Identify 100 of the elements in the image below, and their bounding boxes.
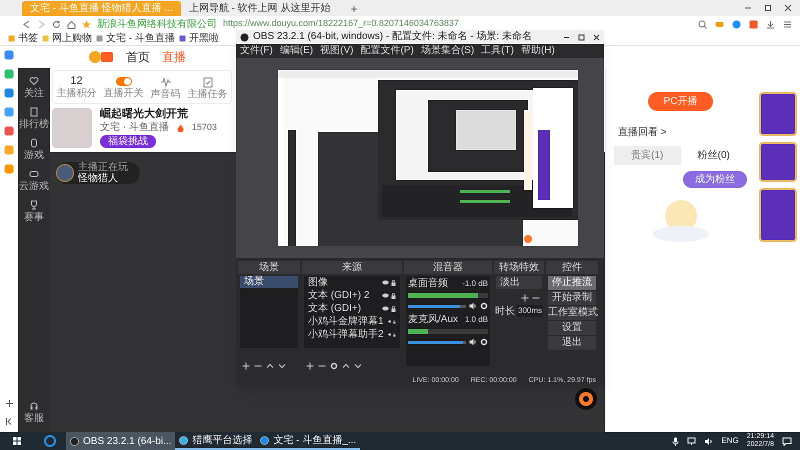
app-icon[interactable] (749, 20, 758, 28)
sidebar-item[interactable]: 关注 (24, 88, 44, 99)
eye-icon[interactable] (388, 319, 392, 324)
stat-label[interactable]: 声音码 (150, 88, 180, 100)
menu-item[interactable]: 视图(V) (320, 45, 354, 57)
eye-icon[interactable] (382, 280, 389, 285)
sidebar-item[interactable]: 赛事 (24, 212, 44, 223)
windows-start-icon[interactable] (10, 436, 24, 446)
duration-label: 时长 (495, 306, 515, 316)
menu-item[interactable]: 帮助(H) (520, 45, 555, 57)
stat-label[interactable]: 主播任务 (188, 88, 228, 100)
close-icon[interactable] (784, 4, 792, 12)
lock-icon[interactable] (393, 332, 396, 338)
eye-icon[interactable] (388, 332, 392, 337)
window-app-icon (70, 436, 79, 446)
scene-item[interactable]: 场景 (240, 276, 298, 288)
control-button[interactable]: 停止推流 (548, 276, 596, 290)
sidebar-item[interactable]: 云游戏 (19, 181, 49, 192)
duration-field[interactable]: 300ms (517, 305, 544, 317)
home-icon[interactable] (67, 20, 76, 28)
lock-icon[interactable] (391, 280, 396, 286)
bookmark[interactable]: 开黑啦 (188, 32, 219, 44)
sidebar-item[interactable]: 游戏 (24, 150, 44, 161)
game-name[interactable]: 怪物猎人 (78, 173, 128, 184)
lock-icon[interactable] (391, 292, 396, 298)
channel-name: 麦克风/Aux (408, 314, 458, 325)
transition-select[interactable]: 淡出 (496, 276, 542, 289)
lock-icon[interactable] (391, 306, 396, 312)
eye-icon[interactable] (382, 293, 389, 298)
refresh-icon[interactable] (52, 20, 61, 28)
menu-item[interactable]: 配置文件(P) (360, 45, 414, 57)
move-down-icon[interactable] (278, 362, 286, 370)
browser-tab[interactable]: 上网导航 - 软件上网 从这里开始 (180, 1, 338, 16)
taskbar-item[interactable]: 猎鹰平台选择 (175, 432, 256, 450)
source-item[interactable]: 图像 (308, 276, 328, 288)
menu-icon[interactable] (783, 20, 792, 28)
channel-reading: 1.0 dB (464, 314, 488, 325)
control-button[interactable]: 退出 (548, 336, 596, 350)
menu-item[interactable]: 场景集合(S) (420, 45, 474, 57)
game-thumbnail (56, 164, 74, 182)
promo-card[interactable] (758, 92, 796, 136)
live-toggle[interactable] (116, 77, 132, 86)
promo-card[interactable] (758, 142, 796, 182)
star-icon[interactable] (82, 20, 91, 28)
maximize-icon[interactable] (764, 4, 772, 12)
replay-link[interactable]: 直播回看 > (606, 125, 667, 140)
avatar-placeholder (52, 108, 92, 148)
taskbar-item[interactable]: 文宅 - 斗鱼直播_... (256, 432, 360, 450)
nav-link[interactable]: 首页 (126, 48, 150, 66)
channel-name: 桌面音频 (408, 278, 448, 289)
source-item[interactable]: 小鸡斗金牌弹幕1 (308, 316, 384, 328)
bookmark-icon (42, 35, 49, 42)
search-icon[interactable] (698, 20, 707, 28)
bookmark[interactable]: 书签 (18, 32, 38, 44)
bookmark[interactable]: 文宅 - 斗鱼直播 (106, 32, 175, 44)
list-icon (29, 107, 39, 117)
site-logo-icon[interactable] (88, 50, 114, 64)
panel-tab[interactable]: 贵宾(1) (614, 146, 680, 165)
settings-icon[interactable] (480, 302, 488, 310)
clipboard-icon (202, 76, 214, 88)
taskbar-item[interactable]: OBS 23.2.1 (64-bi... (66, 432, 176, 450)
settings-icon[interactable] (480, 338, 488, 346)
bookmark[interactable]: 网上购物 (52, 32, 92, 44)
move-up-icon[interactable] (342, 362, 350, 370)
notification-icon[interactable] (782, 436, 792, 446)
add-icon[interactable] (4, 399, 14, 408)
challenge-button[interactable]: 福袋挑战 (100, 135, 156, 148)
url-text[interactable]: https://www.douyu.com/18222167_r=0.8207146034763837 (223, 17, 459, 31)
close-icon[interactable] (593, 34, 600, 40)
control-button[interactable]: 设置 (548, 321, 596, 335)
move-down-icon[interactable] (354, 362, 362, 370)
back-icon[interactable] (22, 20, 31, 28)
menu-item[interactable]: 工具(T) (481, 45, 514, 57)
move-up-icon[interactable] (266, 362, 274, 370)
speaker-icon[interactable] (469, 302, 477, 310)
stat-label[interactable]: 主播积分 (56, 88, 96, 99)
source-item[interactable]: 文本 (GDI+) (308, 302, 362, 314)
maximize-icon[interactable] (578, 34, 585, 40)
channel-reading: -1.0 dB (462, 278, 488, 289)
download-icon[interactable] (766, 20, 775, 28)
promo-card[interactable] (758, 188, 796, 242)
stream-category[interactable]: 文宅 · 斗鱼直播 (100, 122, 169, 133)
control-button[interactable]: 工作室模式 (548, 306, 596, 320)
support-link[interactable]: 客服 (24, 413, 44, 424)
settings-icon[interactable] (330, 362, 338, 370)
source-item[interactable]: 小鸡斗弹幕助手2 (308, 328, 384, 340)
new-tab-button[interactable]: + (338, 2, 370, 16)
control-button[interactable]: 开始录制 (548, 291, 596, 305)
language-indicator[interactable]: ENG (721, 435, 739, 447)
menu-item[interactable]: 文件(F) (240, 45, 273, 57)
source-item[interactable]: 文本 (GDI+) 2 (308, 290, 370, 302)
sidebar-item[interactable]: 排行榜 (19, 119, 49, 130)
speaker-icon[interactable] (469, 338, 477, 346)
menu-item[interactable]: 编辑(E) (280, 45, 314, 57)
eye-icon[interactable] (382, 306, 389, 311)
stat-label[interactable]: 直播开关 (104, 88, 144, 99)
now-playing-label: 主播正在玩 (78, 162, 128, 173)
become-fan-button[interactable]: 成为粉丝 (683, 171, 747, 188)
lock-icon[interactable] (393, 318, 396, 324)
collapse-icon[interactable] (4, 417, 14, 426)
